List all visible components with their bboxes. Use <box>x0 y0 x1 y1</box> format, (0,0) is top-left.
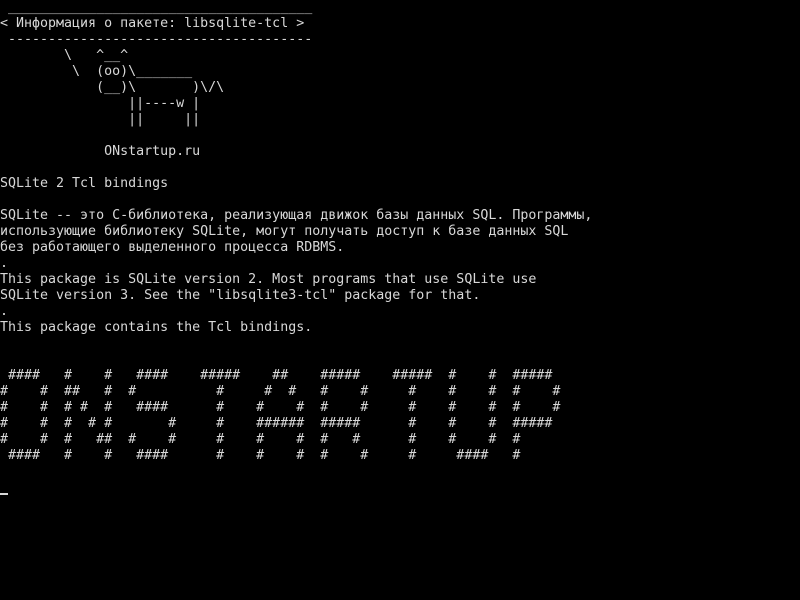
cowsay-art-line: \ (oo)\_______ <box>0 64 193 79</box>
ascii-banner: #### # # #### ##### ## ##### ##### # # #… <box>0 368 800 464</box>
banner-line: # # ## # # # # # # # # # # # # <box>0 384 561 399</box>
terminal-screen[interactable]: ______________________________________ <… <box>0 0 800 600</box>
package-summary: SQLite 2 Tcl bindings <box>0 176 169 191</box>
description-line: без работающего выделенного процесса RDB… <box>0 240 345 255</box>
banner-line: # # # ## # # # # # # # # # # # <box>0 432 521 447</box>
cowsay-bottom-border: -------------------------------------- <box>0 32 313 47</box>
description-separator: . <box>0 304 9 319</box>
cowsay-art-line: ||----w | <box>0 96 201 111</box>
banner-line: #### # # #### # # # # # # #### # <box>0 448 521 463</box>
description-line: использующие библиотеку SQLite, могут по… <box>0 224 569 239</box>
description-line: SQLite version 3. See the "libsqlite3-tc… <box>0 288 481 303</box>
description-line: This package contains the Tcl bindings. <box>0 320 313 335</box>
cowsay-art-line: \ ^__^ <box>0 48 129 63</box>
package-description: SQLite 2 Tcl bindings SQLite -- это C-би… <box>0 176 800 336</box>
site-signature: ONstartup.ru <box>0 144 201 159</box>
cowsay-title: < Информация о пакете: libsqlite-tcl > <box>0 16 305 31</box>
cowsay-art-line: (__)\ )\/\ <box>0 80 225 95</box>
description-separator: . <box>0 256 9 271</box>
description-line: This package is SQLite version 2. Most p… <box>0 272 537 287</box>
banner-line: #### # # #### ##### ## ##### ##### # # #… <box>0 368 553 383</box>
banner-line: # # # # # #### # # # # # # # # # # <box>0 400 561 415</box>
text-cursor <box>0 493 8 495</box>
cowsay-top-border: ______________________________________ <box>0 0 313 15</box>
banner-line: # # # # # # # ###### ##### # # # ##### <box>0 416 553 431</box>
cowsay-art-line: || || <box>0 112 201 127</box>
description-line: SQLite -- это C-библиотека, реализующая … <box>0 208 593 223</box>
cowsay-block: ______________________________________ <… <box>0 0 800 160</box>
